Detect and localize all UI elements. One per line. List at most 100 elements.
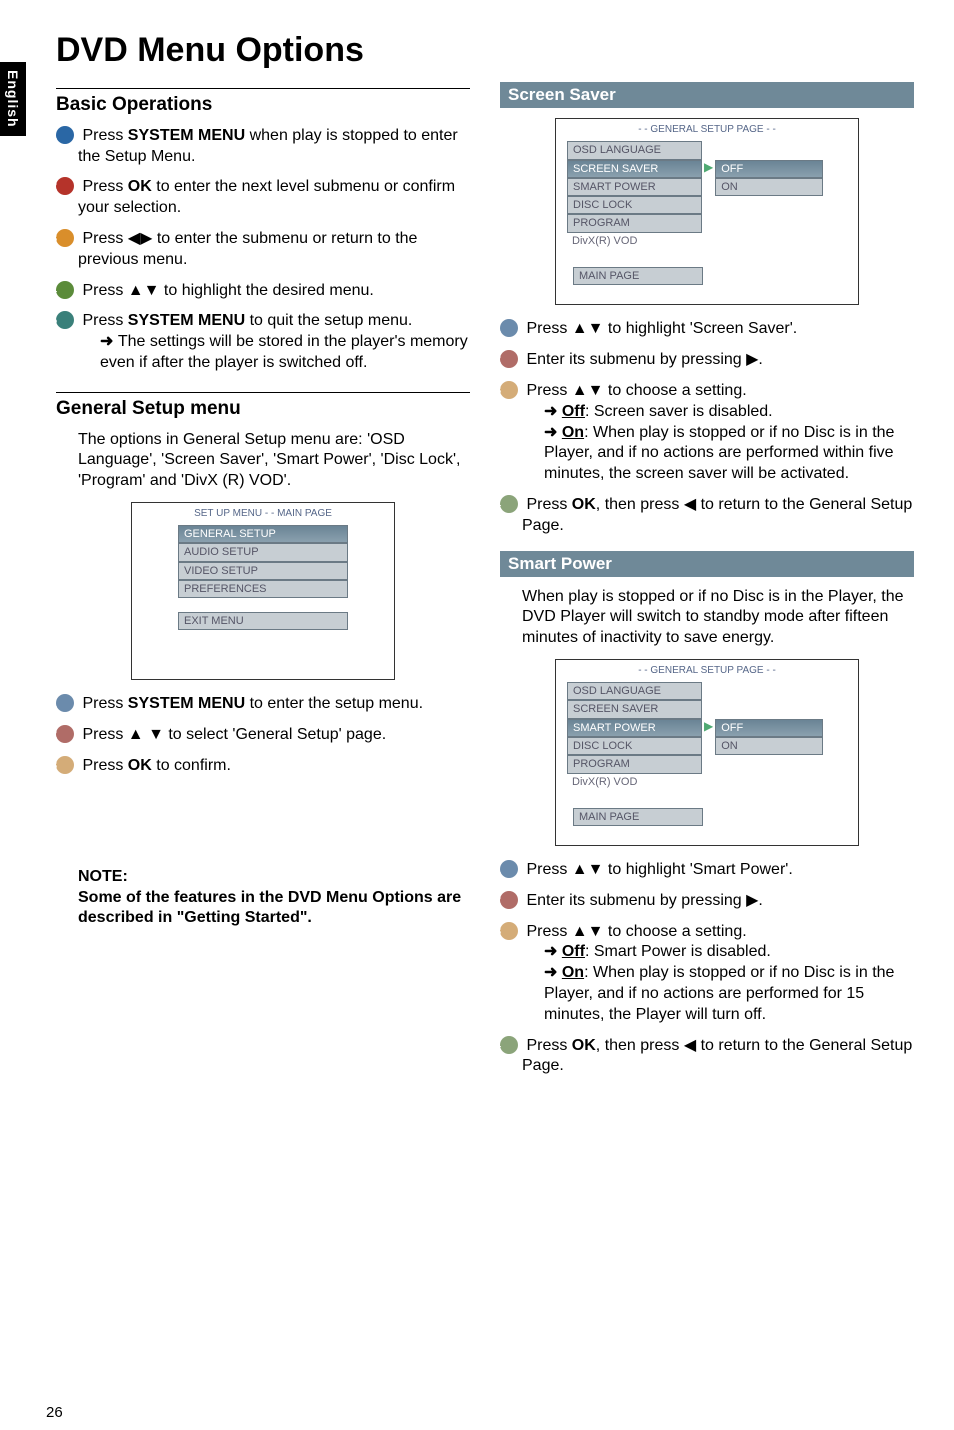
osd-option-off: OFF [715,160,823,178]
osd-smart-power: - - GENERAL SETUP PAGE - - OSD LANGUAGE … [555,659,859,846]
bullet-4-icon: 4 [56,281,74,299]
note-body: Some of the features in the DVD Menu Opt… [78,889,461,927]
ss3-on: ➜ On: When play is stopped or if no Disc… [544,423,914,485]
step-g2: 2 Press ▲ ▼ to select 'General Setup' pa… [78,725,470,746]
osd-item-selected: SMART POWER [567,719,702,737]
step-text: Press ◀▶ to enter the submenu or return … [78,230,417,268]
bullet-2-icon: 2 [56,177,74,195]
text: : Smart Power is disabled. [585,943,771,960]
step-text: Press [82,695,127,712]
arrow-right-icon: ➜ [544,403,562,420]
note-sub: ➜ The settings will be stored in the pla… [100,332,470,374]
step-text: Press ▲▼ to choose a setting. [526,923,746,940]
step-1: 1 Press SYSTEM MENU when play is stopped… [78,126,470,168]
osd-title: - - GENERAL SETUP PAGE - - [557,661,857,682]
osd-option-on: ON [715,737,823,755]
columns: Basic Operations 1 Press SYSTEM MENU whe… [56,82,914,1087]
osd-option-off: OFF [715,719,823,737]
step-sp1: 1 Press ▲▼ to highlight 'Smart Power'. [522,860,914,881]
osd-item-general-setup: GENERAL SETUP [178,525,348,543]
osd-screen-saver: - - GENERAL SETUP PAGE - - OSD LANGUAGE … [555,118,859,305]
step-text: Press [82,757,127,774]
label-off: Off [562,943,585,960]
osd-item: DivX(R) VOD [567,233,700,249]
step-3: 3 Press ◀▶ to enter the submenu or retur… [78,229,470,271]
note-heading: NOTE: [78,868,128,885]
osd-item-main-page: MAIN PAGE [573,267,703,285]
sp3-on: ➜ On: When play is stopped or if no Disc… [544,963,914,1025]
arrow-right-icon: ➜ [544,943,562,960]
text: : When play is stopped or if no Disc is … [544,424,894,483]
arrow-right-icon: ➜ [544,964,562,981]
osd-title: SET UP MENU - - MAIN PAGE [133,504,393,525]
chevron-right-icon: ▶ [702,719,715,737]
osd-item: PROGRAM [567,214,702,232]
step-subtext: The settings will be stored in the playe… [100,333,468,371]
osd-item-main-page: MAIN PAGE [573,808,703,826]
step-text: Enter its submenu by pressing ▶. [526,351,762,368]
key-ok: OK [128,178,152,195]
osd-item: DivX(R) VOD [567,774,700,790]
left-column: Basic Operations 1 Press SYSTEM MENU whe… [56,82,470,1087]
bullet-3-icon: 3 [500,381,518,399]
osd-title: - - GENERAL SETUP PAGE - - [557,120,857,141]
step-text: Press ▲▼ to highlight the desired menu. [82,282,373,299]
osd-main-menu: SET UP MENU - - MAIN PAGE GENERAL SETUP … [131,502,395,680]
chevron-right-icon: ▶ [702,160,715,178]
step-ss3: 3 Press ▲▼ to choose a setting. ➜ Off: S… [522,381,914,485]
osd-item: SCREEN SAVER [567,700,702,718]
step-text: Press [526,1037,571,1054]
step-2: 2 Press OK to enter the next level subme… [78,177,470,219]
label-on: On [562,964,584,981]
step-sp3: 3 Press ▲▼ to choose a setting. ➜ Off: S… [522,922,914,1026]
osd-item: PROGRAM [567,755,702,773]
section-basic-operations: Basic Operations [56,93,470,118]
step-sp4: 4 Press OK, then press ◀ to return to th… [522,1036,914,1078]
step-text: Press ▲ ▼ to select 'General Setup' page… [82,726,386,743]
step-g1: 1 Press SYSTEM MENU to enter the setup m… [78,694,470,715]
banner-screen-saver: Screen Saver [500,82,914,108]
step-text: Press [526,496,571,513]
divider [56,392,470,393]
step-text: Enter its submenu by pressing ▶. [526,892,762,909]
section-general-setup: General Setup menu [56,397,470,422]
step-text: Press ▲▼ to choose a setting. [526,382,746,399]
bullet-2-icon: 2 [500,891,518,909]
step-sp2: 2 Enter its submenu by pressing ▶. [522,891,914,912]
step-text: Press [82,178,127,195]
arrow-right-icon: ➜ [100,333,118,350]
key-system-menu: SYSTEM MENU [128,312,245,329]
text: : Screen saver is disabled. [585,403,773,420]
step-ss1: 1 Press ▲▼ to highlight 'Screen Saver'. [522,319,914,340]
osd-item: SMART POWER [567,178,702,196]
page: English DVD Menu Options Basic Operation… [0,0,954,1430]
step-text: Press [82,312,127,329]
bullet-5-icon: 5 [56,311,74,329]
osd-item-selected: SCREEN SAVER [567,160,702,178]
label-off: Off [562,403,585,420]
key-ok: OK [128,757,152,774]
step-text: Press [82,127,127,144]
ss3-off: ➜ Off: Screen saver is disabled. [544,402,914,423]
step-text: Press ▲▼ to highlight 'Screen Saver'. [526,320,797,337]
key-system-menu: SYSTEM MENU [128,127,245,144]
label-on: On [562,424,584,441]
divider [56,88,470,89]
bullet-4-icon: 4 [500,1036,518,1054]
sp3-off: ➜ Off: Smart Power is disabled. [544,942,914,963]
step-text: to quit the setup menu. [245,312,412,329]
bullet-1-icon: 1 [500,319,518,337]
key-system-menu: SYSTEM MENU [128,695,245,712]
page-number: 26 [46,1403,63,1423]
osd-item-exit: EXIT MENU [178,612,348,630]
step-ss4: 4 Press OK, then press ◀ to return to th… [522,495,914,537]
osd-item-preferences: PREFERENCES [178,580,348,598]
osd-item-audio-setup: AUDIO SETUP [178,543,348,561]
key-ok: OK [572,496,596,513]
osd-item: OSD LANGUAGE [567,682,702,700]
osd-item: DISC LOCK [567,196,702,214]
general-setup-body: The options in General Setup menu are: '… [78,430,470,492]
step-text: to confirm. [152,757,231,774]
step-5: 5 Press SYSTEM MENU to quit the setup me… [78,311,470,373]
bullet-1-icon: 1 [56,126,74,144]
